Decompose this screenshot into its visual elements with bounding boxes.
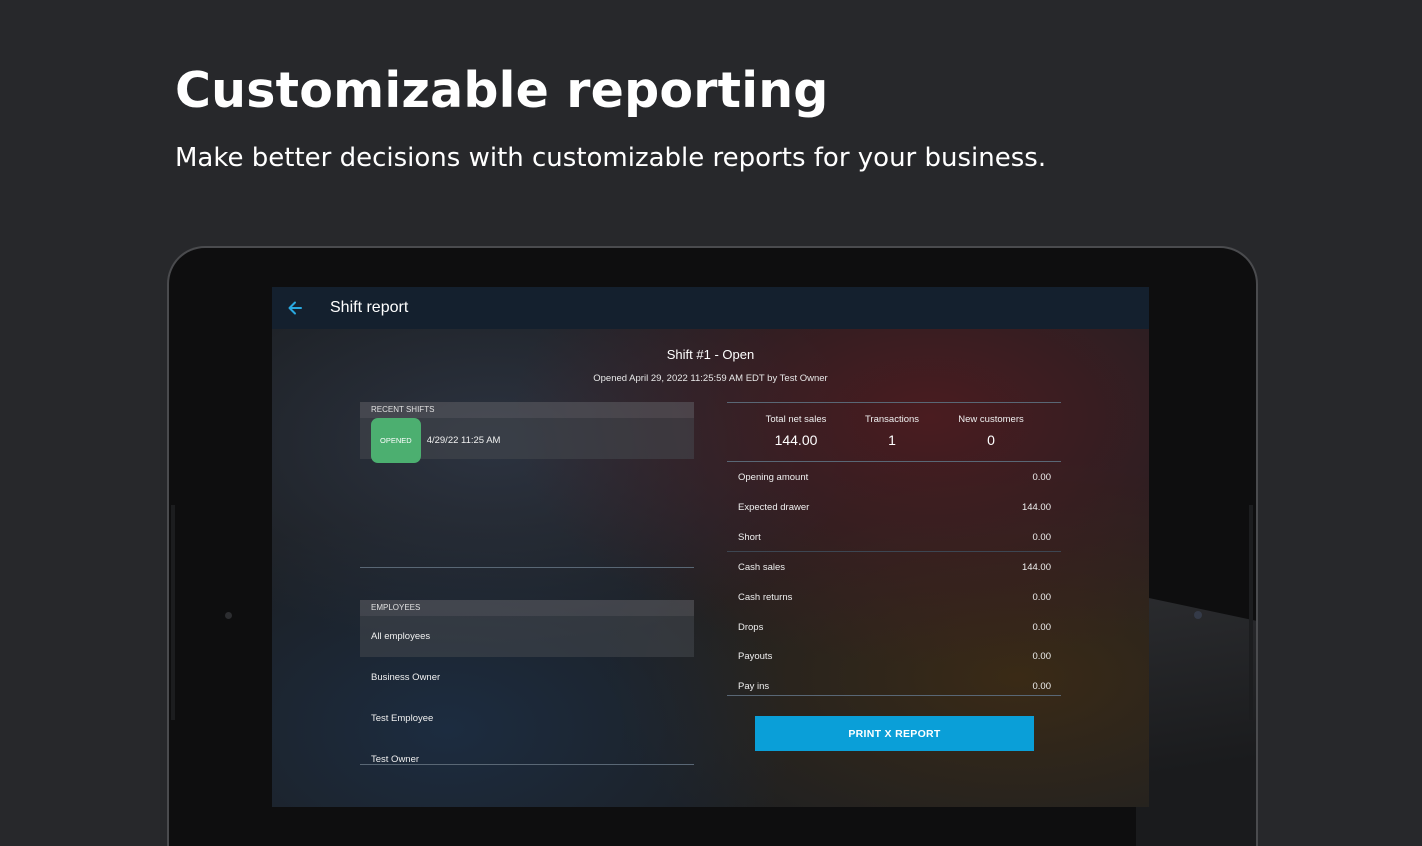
row-value-opening-amount: 0.00: [1032, 472, 1052, 483]
stat-label: Transactions: [864, 414, 920, 425]
summary-stats-divider: [727, 461, 1061, 462]
employee-item-test-employee[interactable]: Test Employee: [360, 698, 694, 739]
tablet-side-button-left: [171, 505, 175, 720]
app-bar-title: Shift report: [330, 299, 409, 316]
stat-label: Total net sales: [765, 414, 827, 425]
row-value-cash-returns: 0.00: [1032, 592, 1052, 603]
tablet-glare: [1136, 595, 1256, 846]
summary-top-divider: [727, 402, 1061, 403]
app-bar: Shift report: [272, 287, 1149, 329]
recent-shifts-divider: [360, 567, 694, 568]
row-value-short: 0.00: [1032, 532, 1052, 543]
row-label-drops: Drops: [738, 622, 764, 633]
recent-shift-item[interactable]: OPENED 4/29/22 11:25 AM: [360, 418, 694, 463]
shift-title: Shift #1 - Open: [666, 347, 755, 362]
tablet-camera-left: [225, 612, 232, 619]
row-label-short: Short: [738, 532, 761, 543]
print-x-report-button[interactable]: PRINT X REPORT: [755, 716, 1034, 751]
row-value-payouts: 0.00: [1032, 651, 1052, 662]
hero-subtitle: Make better decisions with customizable …: [175, 143, 1047, 173]
row-value-cash-sales: 144.00: [1021, 562, 1051, 573]
summary-bottom-divider: [727, 695, 1061, 696]
row-value-pay-ins: 0.00: [1032, 681, 1052, 692]
row-value-drops: 0.00: [1032, 622, 1052, 633]
row-label-cash-sales: Cash sales: [738, 562, 785, 573]
row-label-expected-drawer: Expected drawer: [738, 502, 810, 513]
row-label-pay-ins: Pay ins: [738, 681, 770, 692]
row-label-opening-amount: Opening amount: [738, 472, 809, 483]
stat-transactions: Transactions 1: [837, 414, 947, 448]
stat-value: 0: [987, 432, 995, 448]
tablet-side-button-right: [1249, 505, 1253, 720]
row-label-cash-returns: Cash returns: [738, 592, 793, 603]
summary-mid-divider: [727, 551, 1061, 552]
hero-title: Customizable reporting: [175, 62, 829, 119]
stat-value: 144.00: [774, 432, 818, 448]
arrow-left-icon[interactable]: [286, 299, 304, 317]
tablet-camera-right: [1194, 611, 1202, 619]
employees-header: EMPLOYEES: [360, 600, 694, 616]
recent-shift-time: 4/29/22 11:25 AM: [426, 435, 501, 447]
stat-new-customers: New customers 0: [936, 414, 1046, 448]
row-value-expected-drawer: 144.00: [1021, 502, 1051, 513]
employee-item-business-owner[interactable]: Business Owner: [360, 657, 694, 698]
stat-value: 1: [888, 432, 896, 448]
stat-total-net-sales: Total net sales 144.00: [741, 414, 851, 448]
app-screen: Shift report Shift #1 - Open Opened Apri…: [272, 287, 1149, 807]
recent-shifts-header: RECENT SHIFTS: [360, 402, 694, 418]
stat-label: New customers: [958, 414, 1024, 425]
employee-item-test-owner[interactable]: Test Owner: [360, 739, 694, 780]
opened-status-badge: OPENED: [371, 418, 421, 463]
row-label-payouts: Payouts: [738, 651, 773, 662]
shift-subtitle: Opened April 29, 2022 11:25:59 AM EDT by…: [593, 373, 828, 384]
employee-item-all[interactable]: All employees: [360, 616, 694, 657]
employees-divider: [360, 764, 694, 765]
